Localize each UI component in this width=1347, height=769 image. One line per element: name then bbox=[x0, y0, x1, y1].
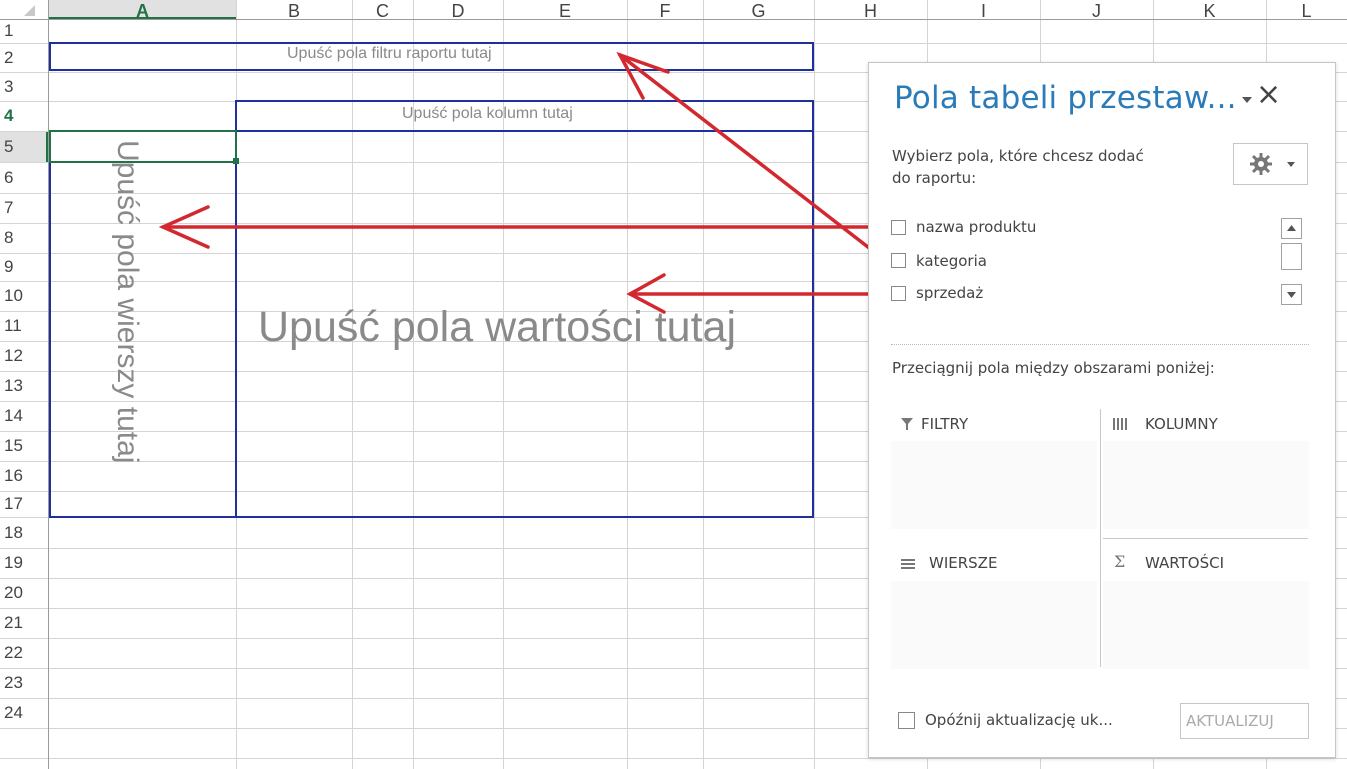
panel-subtitle-line1: Wybierz pola, które chcesz dodać bbox=[892, 147, 1144, 165]
update-button[interactable]: AKTUALIZUJ bbox=[1180, 703, 1309, 739]
scroll-thumb[interactable] bbox=[1281, 243, 1302, 270]
scroll-up-button[interactable] bbox=[1281, 218, 1302, 239]
sigma-icon: Σ bbox=[1114, 552, 1126, 571]
rows-icon bbox=[901, 559, 915, 569]
field-checkbox-sprzedaz[interactable] bbox=[891, 286, 906, 301]
column-drop-hint: Upuść pola kolumn tutaj bbox=[402, 105, 573, 122]
defer-update-label[interactable]: Opóźnij aktualizację uk... bbox=[925, 711, 1113, 729]
update-button-label: AKTUALIZUJ bbox=[1186, 712, 1274, 730]
gear-icon bbox=[1250, 153, 1295, 175]
field-label-kategoria[interactable]: kategoria bbox=[916, 252, 987, 270]
arrow-up-icon bbox=[1287, 225, 1296, 231]
settings-button[interactable] bbox=[1233, 143, 1308, 185]
area-label-filters: FILTRY bbox=[921, 415, 969, 433]
field-list-scrollbar[interactable] bbox=[1281, 218, 1302, 318]
area-label-rows: WIERSZE bbox=[929, 554, 998, 572]
drag-instructions: Przeciągnij pola między obszarami poniże… bbox=[892, 359, 1215, 377]
columns-icon bbox=[1113, 418, 1127, 430]
pivot-fields-panel: Pola tabeli przestaw... × Wybierz pola, … bbox=[868, 62, 1336, 758]
arrow-down-icon bbox=[1287, 292, 1296, 298]
values-drop-hint: Upuść pola wartości tutaj bbox=[258, 303, 736, 351]
filter-icon bbox=[901, 418, 913, 430]
triangle-down-icon[interactable] bbox=[1240, 95, 1254, 105]
field-checkbox-kategoria[interactable] bbox=[891, 253, 906, 268]
panel-title: Pola tabeli przestaw... bbox=[894, 80, 1237, 116]
filter-drop-hint: Upuść pola filtru raportu tutaj bbox=[287, 45, 492, 62]
separator bbox=[891, 344, 1309, 345]
values-area[interactable] bbox=[1103, 581, 1309, 669]
area-divider-vertical bbox=[1100, 409, 1101, 667]
panel-subtitle-line2: do raportu: bbox=[892, 169, 977, 187]
rows-area[interactable] bbox=[891, 581, 1097, 669]
area-label-values: WARTOŚCI bbox=[1145, 554, 1224, 572]
filters-area[interactable] bbox=[891, 441, 1097, 529]
columns-area[interactable] bbox=[1103, 441, 1309, 529]
area-divider-horizontal bbox=[1103, 538, 1308, 539]
field-label-nazwa-produktu[interactable]: nazwa produktu bbox=[916, 218, 1036, 236]
defer-update-checkbox[interactable] bbox=[898, 712, 915, 729]
field-label-sprzedaz[interactable]: sprzedaż bbox=[916, 284, 983, 302]
row-drop-hint: Upuść pola wierszy tutaj bbox=[111, 140, 144, 464]
field-checkbox-nazwa-produktu[interactable] bbox=[891, 220, 906, 235]
area-label-columns: KOLUMNY bbox=[1145, 415, 1218, 433]
close-button[interactable]: × bbox=[1256, 77, 1281, 112]
arrow-to-filters bbox=[618, 53, 888, 263]
scroll-down-button[interactable] bbox=[1281, 284, 1302, 305]
